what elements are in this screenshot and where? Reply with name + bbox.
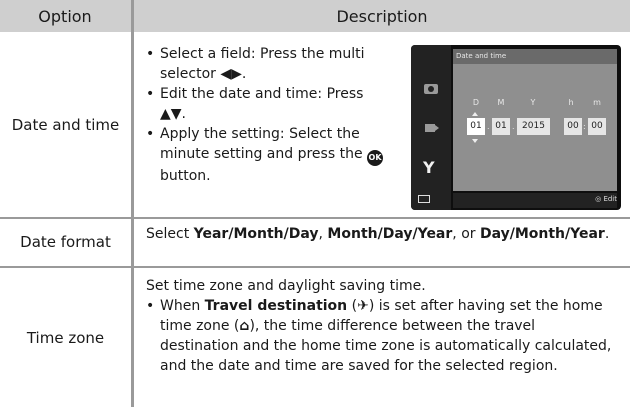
option-time-zone: Time zone xyxy=(26,328,105,347)
time-zone-description: Set time zone and daylight saving time. … xyxy=(146,276,616,376)
day-label: D xyxy=(472,98,480,107)
date-format-description: Select Year/Month/Day, Month/Day/Year, o… xyxy=(146,226,610,242)
minute-label: m xyxy=(593,98,601,107)
hour-field: 00 xyxy=(564,118,582,135)
movie-icon xyxy=(425,124,439,132)
battery-icon xyxy=(418,195,430,203)
table-header: Option Description xyxy=(0,0,630,32)
ok-button-icon: OK xyxy=(367,150,384,166)
hour-label: h xyxy=(568,98,574,107)
separator: . xyxy=(512,122,515,131)
home-icon: ⌂ xyxy=(239,318,250,334)
month-field: 01 xyxy=(492,118,510,135)
minute-field: 00 xyxy=(588,118,606,135)
multi-selector-left-right-icon: ◀▶ xyxy=(220,66,242,82)
year-label: Y xyxy=(530,98,536,107)
list-item: Apply the setting: Select the minute set… xyxy=(146,124,386,186)
down-arrow-icon xyxy=(472,139,478,143)
day-field: 01 xyxy=(467,118,485,135)
edit-hint: ◎ Edit xyxy=(595,195,617,203)
camera-screen-date-and-time: Y Date and time D M Y h m 01 . 01 . 2015… xyxy=(411,45,621,210)
camera-screen-title: Date and time xyxy=(453,49,617,64)
multi-selector-icon: ◎ xyxy=(595,195,602,203)
camera-screen-sidebar: Y xyxy=(411,45,451,210)
separator: . xyxy=(487,122,490,131)
list-item: When Travel destination (✈) is set after… xyxy=(146,296,616,376)
month-label: M xyxy=(497,98,505,107)
list-item: Select a field: Press the multi selector… xyxy=(146,44,386,84)
multi-selector-up-down-icon: ▲▼ xyxy=(160,106,182,122)
camera-screen-footer xyxy=(453,193,617,208)
option-date-and-time: Date and time xyxy=(11,116,120,134)
up-arrow-icon xyxy=(472,112,478,116)
settings-table: Option Description Date and time Select … xyxy=(0,0,630,407)
separator: : xyxy=(583,122,586,131)
column-divider xyxy=(131,0,134,407)
camera-icon xyxy=(424,84,438,94)
year-field: 2015 xyxy=(517,118,550,135)
travel-destination-icon: ✈ xyxy=(357,298,369,314)
list-item: Edit the date and time: Press ▲▼. xyxy=(146,84,386,124)
wrench-icon: Y xyxy=(423,158,435,177)
description-column-header: Description xyxy=(336,6,428,26)
option-column-header: Option xyxy=(38,6,92,26)
date-and-time-description: Select a field: Press the multi selector… xyxy=(146,44,386,186)
option-date-format: Date format xyxy=(20,233,111,251)
